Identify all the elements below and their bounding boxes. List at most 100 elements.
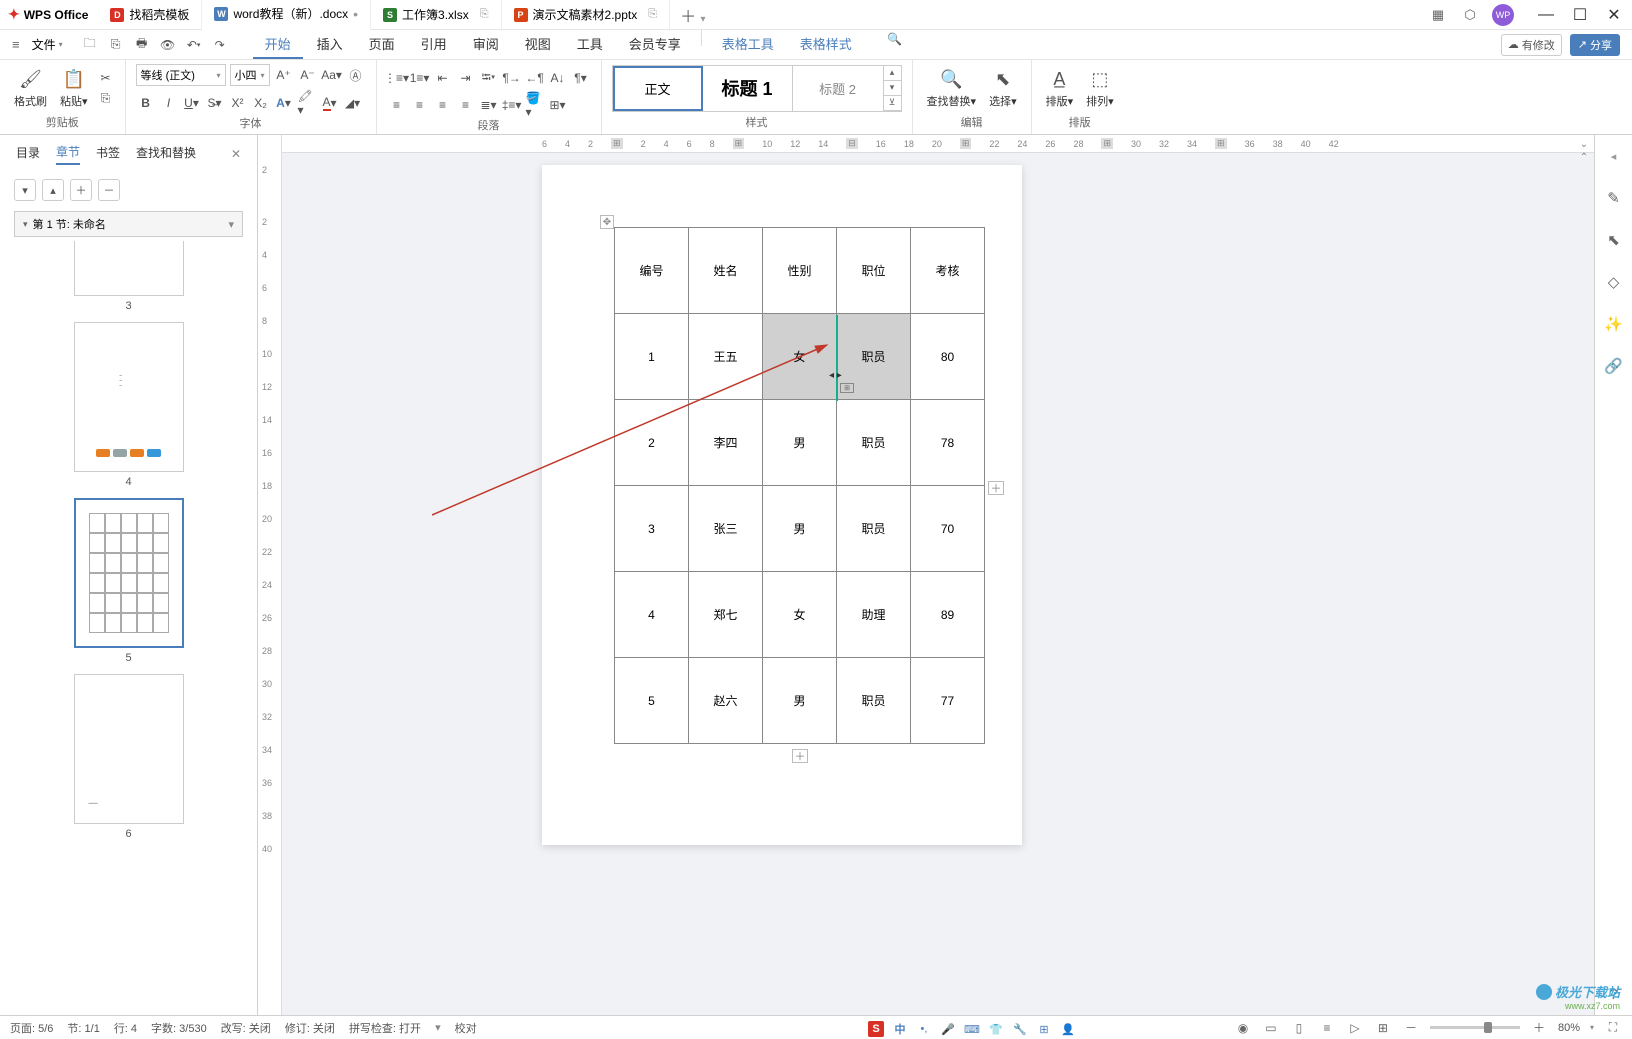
marks-icon[interactable]: ¶▾ — [571, 68, 591, 88]
font-size-select[interactable]: 小四▾ — [230, 64, 270, 86]
status-section[interactable]: 节: 1/1 — [67, 1020, 99, 1036]
header-cell[interactable]: 编号 — [615, 228, 689, 314]
add-row-button[interactable]: ＋ — [792, 749, 808, 763]
collapse-up-icon[interactable]: ⌃ — [1580, 152, 1588, 163]
add-column-button[interactable]: ＋ — [988, 481, 1004, 495]
tab-vip[interactable]: 会员专享 — [617, 30, 693, 59]
ime-lang-icon[interactable]: 中 — [892, 1021, 908, 1037]
tab-reference[interactable]: 引用 — [409, 30, 459, 59]
cut-icon[interactable]: ✂ — [97, 69, 115, 87]
cloud-modified-button[interactable]: ☁ 有修改 — [1501, 34, 1562, 56]
typeset-button[interactable]: A̲排版▾ — [1042, 65, 1078, 111]
settings-tool-icon[interactable]: ✨ — [1603, 313, 1625, 335]
table-cell[interactable]: 职员 — [837, 486, 911, 572]
table-cell[interactable]: 78 — [911, 400, 985, 486]
add-tool-icon[interactable]: ＋ — [70, 179, 92, 201]
status-words[interactable]: 字数: 3/530 — [151, 1020, 207, 1036]
style-down-icon[interactable]: ▾ — [884, 81, 901, 96]
underline-button[interactable]: U▾ — [182, 93, 202, 113]
grid-icon[interactable]: ▦ — [1428, 5, 1448, 25]
status-revision[interactable]: 修订: 关闭 — [285, 1020, 335, 1036]
tab-table-tools[interactable]: 表格工具 — [710, 30, 786, 59]
menu-icon[interactable]: ≡ — [12, 37, 20, 52]
increase-font-icon[interactable]: A⁺ — [274, 65, 294, 85]
thumb-page-6[interactable]: ━━━ — [74, 674, 184, 824]
view-page-icon[interactable]: ▯ — [1290, 1019, 1308, 1037]
shape-tool-icon[interactable]: ◇ — [1603, 271, 1625, 293]
table-cell[interactable]: 男 — [763, 400, 837, 486]
text-effect-button[interactable]: A▾ — [274, 93, 294, 113]
tab-view[interactable]: 视图 — [513, 30, 563, 59]
table-cell[interactable]: 职员 — [837, 658, 911, 744]
table-cell[interactable]: 赵六 — [689, 658, 763, 744]
status-overwrite[interactable]: 改写: 关闭 — [221, 1020, 271, 1036]
arrange-button[interactable]: ⬚排列▾ — [1082, 65, 1118, 111]
section-selector[interactable]: 第 1 节: 未命名 ▾ — [14, 211, 243, 237]
document-scroll[interactable]: 642 ⊞ 246 8 ⊞ 101214 ⊟ 161820 ⊞ 22242628… — [282, 135, 1594, 1015]
shading-button[interactable]: ◢▾ — [343, 93, 363, 113]
view-focus-icon[interactable]: ◉ — [1234, 1019, 1252, 1037]
cube-icon[interactable]: ⬡ — [1460, 5, 1480, 25]
nav-tab-sections[interactable]: 章节 — [56, 143, 80, 165]
minimize-button[interactable]: — — [1536, 5, 1556, 25]
fill-color-icon[interactable]: 🪣▾ — [525, 95, 545, 115]
ime-user-icon[interactable]: 👤 — [1060, 1021, 1076, 1037]
border-icon[interactable]: ⊞▾ — [548, 95, 568, 115]
font-color-button[interactable]: A▾ — [320, 93, 340, 113]
bullet-list-icon[interactable]: ⋮≡▾ — [387, 68, 407, 88]
view-read-icon[interactable]: ▭ — [1262, 1019, 1280, 1037]
table-cell[interactable]: 王五 — [689, 314, 763, 400]
align-right-icon[interactable]: ≡ — [433, 95, 453, 115]
style-up-icon[interactable]: ▴ — [884, 66, 901, 81]
column-border-cursor[interactable] — [836, 315, 838, 401]
tab-home[interactable]: 开始 — [253, 30, 303, 59]
table-cell[interactable]: 男 — [763, 486, 837, 572]
table-cell[interactable]: 助理 — [837, 572, 911, 658]
edit-tool-icon[interactable]: ✎ — [1603, 187, 1625, 209]
status-page[interactable]: 页面: 5/6 — [10, 1020, 53, 1036]
save-icon[interactable]: 🗀 — [81, 36, 99, 54]
table-cell[interactable]: 2 — [615, 400, 689, 486]
format-painter-button[interactable]: 🖌格式刷 — [10, 65, 51, 111]
status-row[interactable]: 行: 4 — [114, 1020, 137, 1036]
nav-tab-bookmarks[interactable]: 书签 — [96, 144, 120, 164]
bold-button[interactable]: B — [136, 93, 156, 113]
sort-icon[interactable]: A↓ — [548, 68, 568, 88]
collapse-tool-icon[interactable]: ▾ — [14, 179, 36, 201]
table-cell[interactable]: 男 — [763, 658, 837, 744]
decrease-font-icon[interactable]: A⁻ — [298, 65, 318, 85]
tab-ppt[interactable]: P演示文稿素材2.pptx⎘ — [502, 0, 671, 31]
style-normal[interactable]: 正文 — [613, 66, 703, 111]
ltr-icon[interactable]: ¶→ — [502, 68, 522, 88]
zoom-percent[interactable]: 80% — [1558, 1022, 1580, 1034]
table-cell[interactable]: 77 — [911, 658, 985, 744]
style-more-icon[interactable]: ⊻ — [884, 96, 901, 111]
table-cell[interactable]: 李四 — [689, 400, 763, 486]
tab-insert[interactable]: 插入 — [305, 30, 355, 59]
select-tool-icon[interactable]: ⬉ — [1603, 229, 1625, 251]
tab-icon[interactable]: ⭾▾ — [479, 68, 499, 88]
status-proof[interactable]: 校对 — [455, 1020, 477, 1036]
table-cell[interactable]: 70 — [911, 486, 985, 572]
ime-grid-icon[interactable]: ⊞ — [1036, 1021, 1052, 1037]
new-tab-button[interactable]: ＋ ▾ — [670, 0, 715, 31]
table-cell[interactable]: 职员 — [837, 400, 911, 486]
clear-format-icon[interactable]: Ⓐ — [346, 65, 366, 85]
highlight-button[interactable]: 🖍▾ — [297, 93, 317, 113]
table-cell[interactable]: 1 — [615, 314, 689, 400]
table-cell[interactable]: 3 — [615, 486, 689, 572]
table-cell[interactable]: 4 — [615, 572, 689, 658]
indent-icon[interactable]: ⇥ — [456, 68, 476, 88]
ime-skin-icon[interactable]: 👕 — [988, 1021, 1004, 1037]
maximize-button[interactable]: ☐ — [1570, 5, 1590, 25]
collapse-down-icon[interactable]: ⌄ — [1580, 139, 1588, 150]
zoom-out-icon[interactable]: － — [1402, 1019, 1420, 1037]
panel-close-icon[interactable]: ✕ — [231, 147, 241, 161]
style-heading2[interactable]: 标题 2 — [793, 66, 883, 111]
line-spacing-icon[interactable]: ‡≡▾ — [502, 95, 522, 115]
preview-icon[interactable]: 👁 — [159, 36, 177, 54]
copy-icon[interactable]: ⎘ — [97, 89, 115, 107]
tab-table-style[interactable]: 表格样式 — [788, 30, 864, 59]
header-cell[interactable]: 性别 — [763, 228, 837, 314]
zoom-slider[interactable] — [1430, 1026, 1520, 1029]
